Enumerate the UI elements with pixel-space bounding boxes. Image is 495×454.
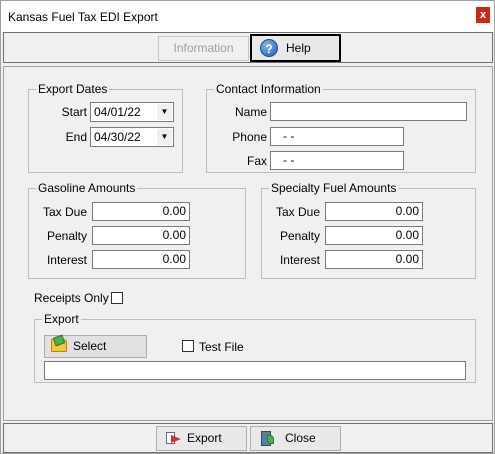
name-label: Name [234,105,267,119]
specialty-interest-label: Interest [279,253,320,267]
gasoline-tax-due-field[interactable]: 0.00 [92,202,190,221]
specialty-fuel-amounts-group: Specialty Fuel Amounts Tax Due 0.00 Pena… [261,181,476,279]
receipts-only-label: Receipts Only [34,291,109,305]
gasoline-amounts-legend: Gasoline Amounts [36,181,138,195]
export-icon [166,432,182,446]
help-button-label: Help [286,41,311,55]
test-file-checkbox[interactable] [182,340,194,352]
chevron-down-icon[interactable]: ▼ [157,129,172,145]
specialty-tax-due-field[interactable]: 0.00 [325,202,423,221]
gasoline-penalty-field[interactable]: 0.00 [92,226,190,245]
export-button[interactable]: Export [156,426,247,451]
phone-field[interactable]: - - [270,127,404,146]
phone-label: Phone [232,130,267,144]
title-bar: Kansas Fuel Tax EDI Export x [1,1,494,32]
test-file-label: Test File [199,340,244,354]
bottom-toolbar: Export Close [3,423,493,453]
export-path-field[interactable] [44,361,466,380]
select-folder-button[interactable]: Select Folder... [44,335,147,374]
export-legend: Export [42,312,81,326]
help-button[interactable]: ? Help [250,34,341,62]
specialty-penalty-label: Penalty [279,229,320,243]
top-toolbar: Information ? Help [3,32,493,63]
fax-field[interactable]: - - [270,151,404,170]
folder-icon [51,339,67,352]
contact-information-group: Contact Information Name Phone - - Fax -… [206,82,476,173]
start-date-label: Start [61,105,87,119]
gasoline-amounts-group: Gasoline Amounts Tax Due 0.00 Penalty 0.… [28,181,246,279]
exit-door-icon [261,431,275,447]
specialty-tax-due-label: Tax Due [275,205,320,219]
export-dates-group: Export Dates Start 04/01/22 ▼ End 04/30/… [28,82,183,173]
specialty-fuel-amounts-legend: Specialty Fuel Amounts [269,181,399,195]
export-dates-legend: Export Dates [36,82,110,96]
gasoline-interest-label: Interest [46,253,87,267]
fax-label: Fax [246,154,267,168]
start-date-value: 04/01/22 [94,105,141,119]
help-icon: ? [260,39,278,57]
receipts-only-checkbox[interactable] [111,292,123,304]
information-button[interactable]: Information [158,36,249,61]
export-button-label: Export [187,431,222,445]
gasoline-interest-field[interactable]: 0.00 [92,250,190,269]
window-title: Kansas Fuel Tax EDI Export [8,10,158,24]
end-date-label: End [65,130,87,144]
chevron-down-icon[interactable]: ▼ [157,104,172,120]
main-panel: Export Dates Start 04/01/22 ▼ End 04/30/… [3,66,493,421]
end-date-dropdown[interactable]: 04/30/22 ▼ [90,127,174,147]
name-field[interactable] [270,102,467,121]
specialty-penalty-field[interactable]: 0.00 [325,226,423,245]
specialty-interest-field[interactable]: 0.00 [325,250,423,269]
export-dialog: Kansas Fuel Tax EDI Export x Information… [0,0,495,454]
export-group: Export Select Folder... Test File [34,312,476,383]
gasoline-tax-due-label: Tax Due [42,205,87,219]
close-button[interactable]: Close [250,426,341,451]
gasoline-penalty-label: Penalty [46,229,87,243]
contact-information-legend: Contact Information [214,82,323,96]
end-date-value: 04/30/22 [94,130,141,144]
close-button-label: Close [285,431,316,445]
start-date-dropdown[interactable]: 04/01/22 ▼ [90,102,174,122]
close-window-button[interactable]: x [476,7,490,23]
